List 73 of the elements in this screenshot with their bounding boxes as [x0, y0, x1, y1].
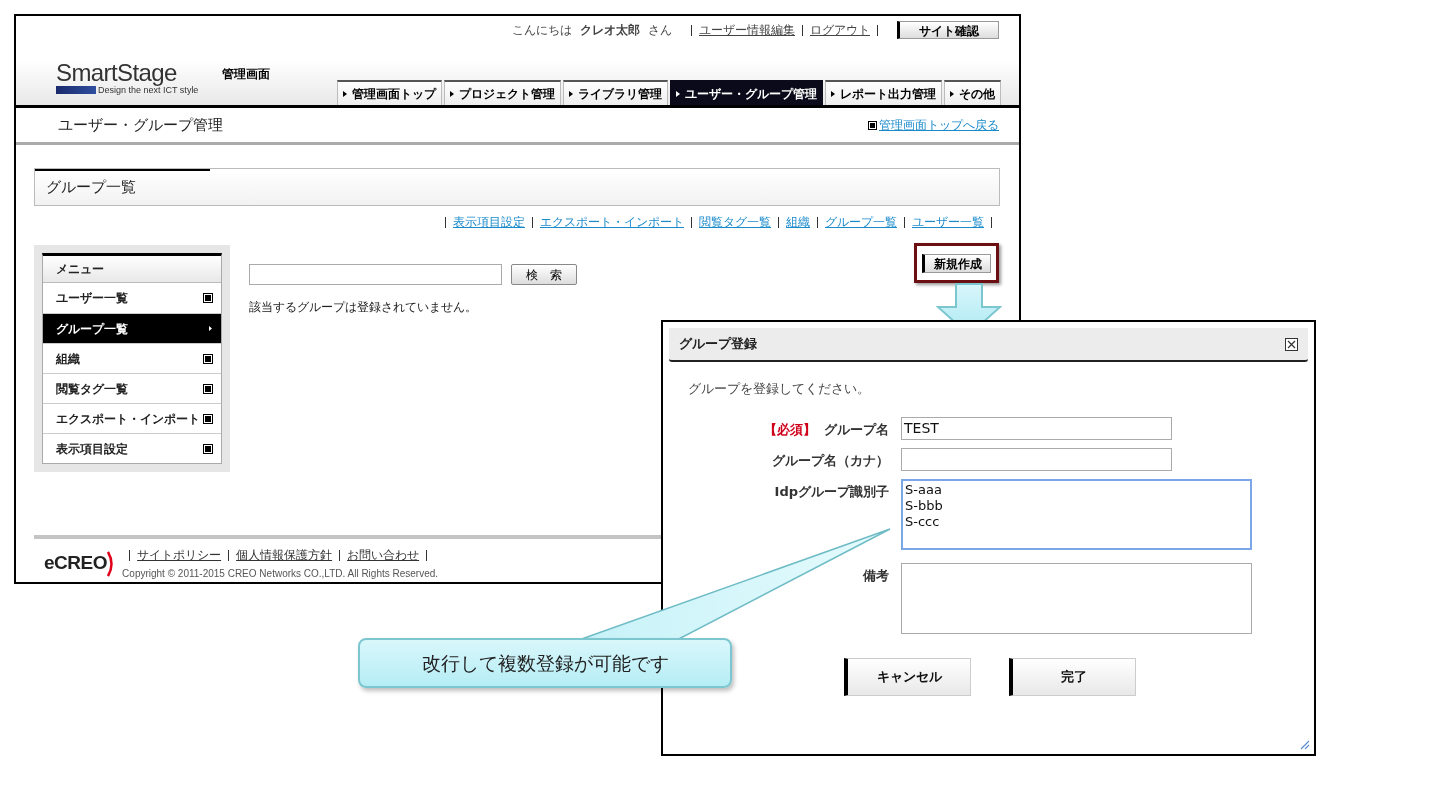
field-label: 備考 [863, 566, 889, 585]
section-title: グループ一覧 [46, 176, 136, 198]
site-check-button[interactable]: サイト確認 [897, 21, 999, 39]
tab-label: プロジェクト管理 [459, 85, 555, 103]
menu-item-label: 閲覧タグ一覧 [56, 380, 128, 398]
instruction-text: グループを登録してください。 [688, 380, 871, 398]
tab-label: 管理画面トップ [352, 85, 436, 103]
nav-tab[interactable]: ユーザー・グループ管理 [670, 80, 823, 105]
triangle-icon [450, 90, 454, 97]
tab-label: レポート出力管理 [840, 85, 936, 103]
field-label: グループ名 [824, 420, 889, 439]
triangle-icon [676, 90, 680, 97]
user-name: クレオ太郎 [580, 22, 640, 39]
footer-logo: eCREO [44, 551, 108, 576]
input-field[interactable]: TEST [901, 416, 1172, 440]
nav-tab[interactable]: ライブラリ管理 [563, 80, 668, 105]
nav-tab[interactable]: その他 [944, 80, 1001, 105]
dialog-button[interactable]: キャンセル [844, 657, 971, 696]
back-link[interactable]: 管理画面トップへ戻る [879, 116, 999, 134]
tab-label: ライブラリ管理 [578, 85, 662, 103]
sub-link[interactable]: グループ一覧 [825, 213, 897, 231]
dialog-title: グループ登録 [679, 335, 757, 354]
admin-subtitle: 管理画面 [222, 66, 270, 83]
sub-link[interactable]: ユーザー一覧 [912, 213, 984, 231]
tab-label: その他 [959, 85, 995, 103]
header-link[interactable]: ログアウト [810, 21, 870, 39]
text-area[interactable] [901, 562, 1252, 634]
menu-item-label: ユーザー一覧 [56, 290, 128, 307]
page-title: ユーザー・グループ管理 [58, 114, 223, 136]
menu-title: メニュー [56, 261, 104, 278]
nav-tab[interactable]: プロジェクト管理 [444, 80, 561, 105]
footer-link[interactable]: お問い合わせ [347, 546, 420, 564]
menu-item-label: エクスポート・インポート [56, 410, 200, 428]
logo-text: SmartStage [56, 61, 178, 85]
callout-text: 改行して複数登録が可能です [421, 650, 669, 676]
triangle-icon [569, 90, 573, 97]
new-button[interactable]: 新規作成 [922, 254, 991, 273]
search-field[interactable] [249, 264, 502, 285]
search-button[interactable]: 検 索 [511, 264, 577, 285]
required-mark: 【必須】 [764, 420, 816, 439]
triangle-icon [343, 90, 347, 97]
nav-tab[interactable]: レポート出力管理 [825, 80, 942, 105]
logo-tagline: Design the next ICT style [98, 85, 199, 95]
tab-label: ユーザー・グループ管理 [685, 85, 817, 103]
sub-link[interactable]: エクスポート・インポート [540, 213, 684, 231]
dialog-button[interactable]: 完了 [1009, 657, 1136, 696]
text-area[interactable]: S-aaa S-bbb S-ccc [901, 478, 1252, 550]
bullet-icon [869, 121, 876, 129]
empty-message: 該当するグループは登録されていません。 [249, 299, 478, 316]
logo-arc-icon [107, 550, 116, 577]
honorific-text: さん [648, 22, 672, 39]
menu-item-label: 表示項目設定 [56, 440, 128, 458]
header-link[interactable]: ユーザー情報編集 [699, 21, 795, 39]
menu-item[interactable]: グループ一覧 [43, 313, 221, 343]
copyright-text: Copyright © 2011-2015 CREO Networks CO.,LTD. All Rights Reserved. [122, 567, 439, 581]
close-icon[interactable] [1285, 337, 1298, 351]
resize-grip-icon [1298, 738, 1310, 750]
greeting-text: こんにちは [512, 22, 572, 39]
field-label: Idpグループ識別子 [774, 482, 889, 501]
logo-bar [56, 86, 96, 94]
menu-item-label: グループ一覧 [56, 320, 128, 338]
sub-link[interactable]: 組織 [786, 213, 810, 231]
footer-link[interactable]: 個人情報保護方針 [236, 546, 333, 564]
chevron-icon [209, 326, 212, 331]
footer-link[interactable]: サイトポリシー [137, 546, 222, 564]
input-field[interactable] [901, 447, 1172, 471]
nav-tab[interactable]: 管理画面トップ [337, 80, 442, 105]
menu-item-label: 組織 [56, 350, 80, 368]
triangle-icon [831, 90, 835, 97]
sub-link[interactable]: 表示項目設定 [453, 213, 525, 231]
triangle-icon [950, 90, 954, 97]
field-label: グループ名（カナ） [772, 451, 889, 470]
sub-link[interactable]: 閲覧タグ一覧 [699, 213, 771, 231]
